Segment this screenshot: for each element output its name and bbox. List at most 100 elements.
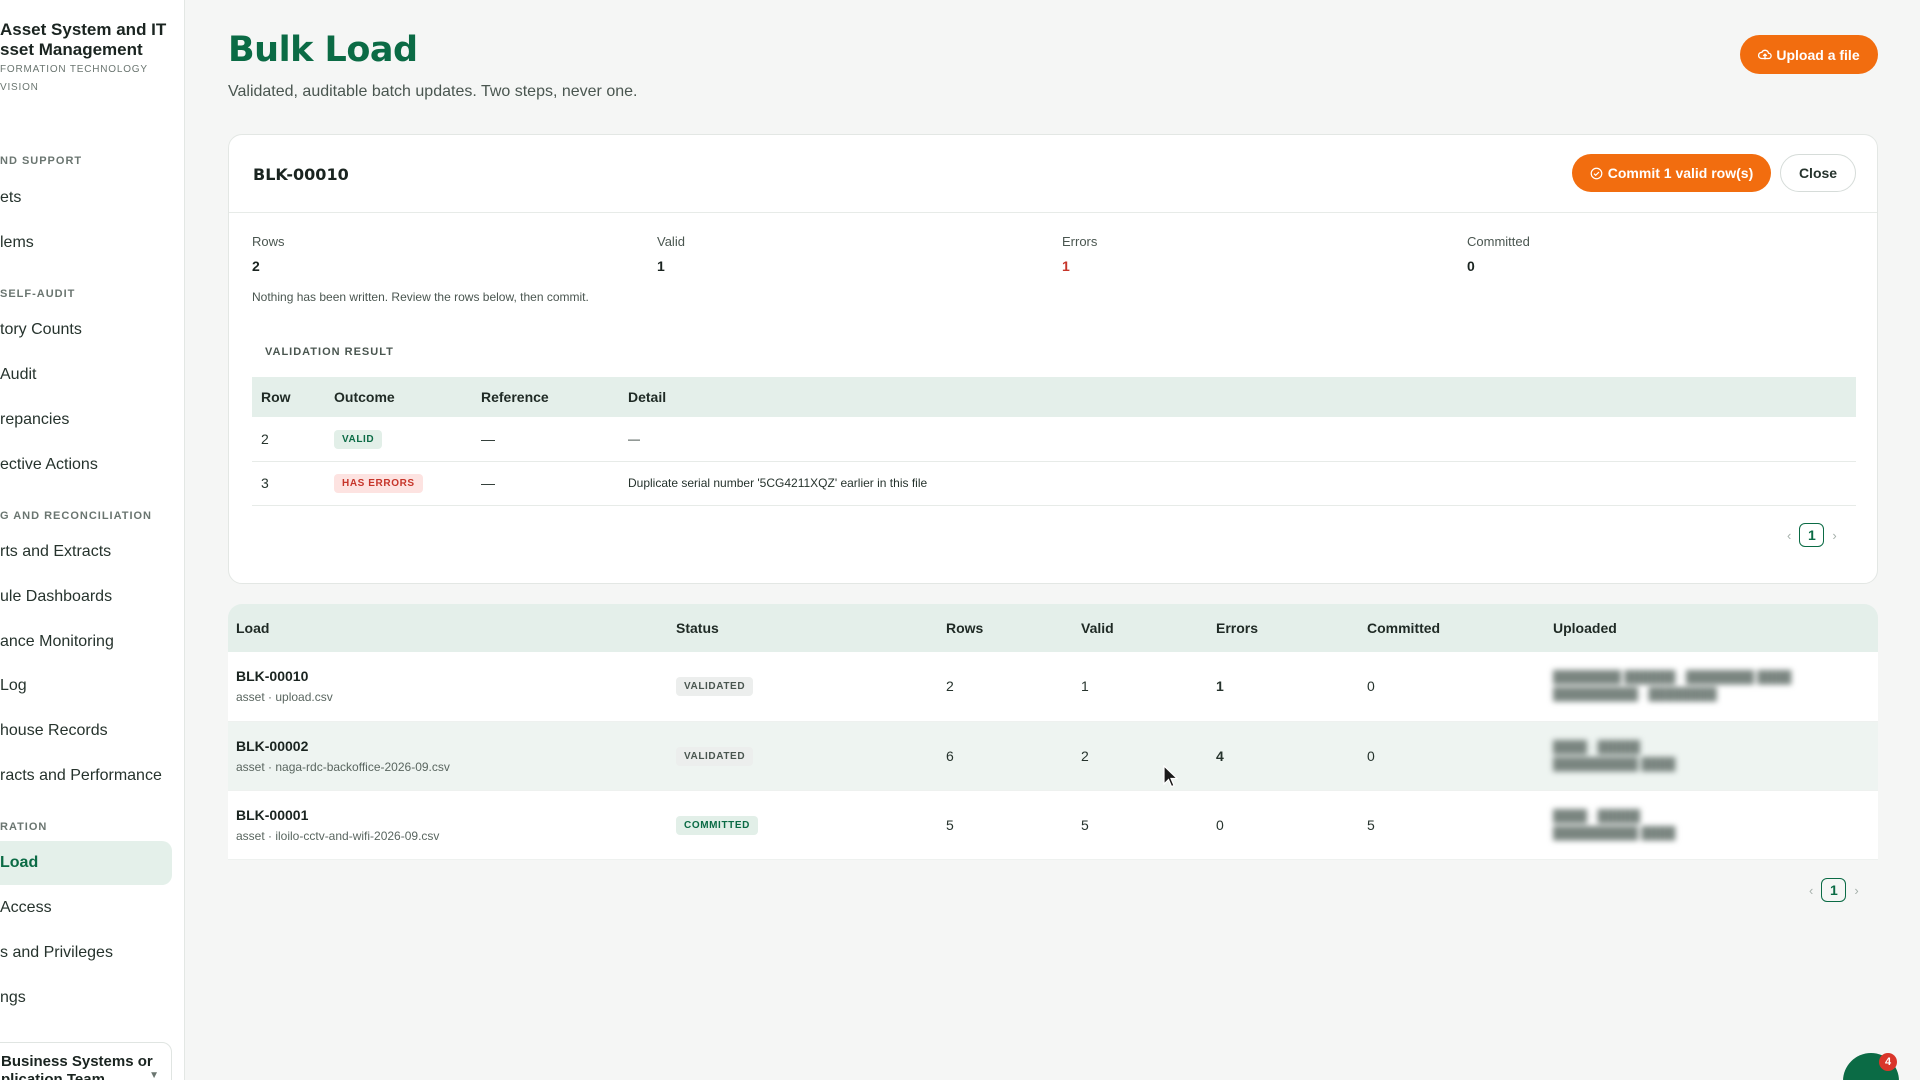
mouse-cursor-icon <box>1163 765 1179 788</box>
bulk-loads-list: Load Status Rows Valid Errors Committed … <box>228 604 1878 860</box>
detail-cell: Duplicate serial number '5CG4211XQZ' ear… <box>619 461 1856 506</box>
errors-cell: 0 <box>1208 790 1359 860</box>
sidebar-item-bulk-load[interactable]: Load <box>0 841 172 885</box>
brand-subtitle-line-2: VISION <box>0 82 39 93</box>
status-badge: VALIDATED <box>676 677 754 697</box>
status-badge: VALIDATED <box>676 746 754 766</box>
chevron-right-icon[interactable]: › <box>1832 528 1836 543</box>
validation-pagination: ‹ 1 › <box>1787 523 1837 547</box>
chevron-left-icon[interactable]: ‹ <box>1809 883 1813 898</box>
upload-file-label: Upload a file <box>1776 46 1860 63</box>
team-switcher[interactable]: Business Systems or plication Team ▼ <box>0 1042 172 1080</box>
stat-value: 1 <box>1062 258 1070 274</box>
load-id: BLK-00002 <box>236 737 309 754</box>
validation-result-label: VALIDATION RESULT <box>265 346 394 358</box>
nav-section-administration: RATION <box>0 821 48 833</box>
stat-errors: Errors 1 <box>1062 234 1097 274</box>
stat-rows: Rows 2 <box>252 234 285 274</box>
valid-cell: 2 <box>1073 721 1208 791</box>
table-row[interactable]: BLK-00002 asset · naga-rdc-backoffice-20… <box>228 721 1878 791</box>
check-circle-icon <box>1590 167 1603 179</box>
nav-section-support: ND SUPPORT <box>0 155 83 167</box>
sidebar-item-warehouse-records[interactable]: house Records <box>0 709 172 753</box>
sidebar-item-log[interactable]: Log <box>0 664 172 708</box>
sidebar-item-settings[interactable]: ngs <box>0 976 172 1020</box>
loads-table: Load Status Rows Valid Errors Committed … <box>228 604 1878 860</box>
table-row: 3 HAS ERRORS — Duplicate serial number '… <box>252 461 1856 506</box>
sidebar-item-inventory-counts[interactable]: tory Counts <box>0 308 172 352</box>
column-header: Row <box>252 377 325 417</box>
commit-label: Commit 1 valid row(s) <box>1607 165 1754 181</box>
card-header: BLK-00010 Commit 1 valid row(s) Close <box>229 135 1877 213</box>
status-cell: VALIDATED <box>668 721 938 791</box>
row-number: 2 <box>252 417 325 462</box>
status-badge: HAS ERRORS <box>334 474 423 493</box>
load-id-heading: BLK-00010 <box>253 165 349 184</box>
valid-cell: 5 <box>1073 790 1208 860</box>
stat-label: Committed <box>1467 234 1530 249</box>
errors-cell: 4 <box>1208 721 1359 791</box>
nav-section-reconciliation: G AND RECONCILIATION <box>0 510 152 522</box>
notification-count-badge: 4 <box>1879 1053 1897 1071</box>
loads-pagination: ‹ 1 › <box>1809 878 1859 902</box>
load-id: BLK-00001 <box>236 806 309 823</box>
rows-cell: 5 <box>938 790 1073 860</box>
team-name-line-2: plication Team <box>1 1071 105 1080</box>
rows-cell: 2 <box>938 652 1073 722</box>
sidebar: Asset System and IT sset Management FORM… <box>0 0 185 1080</box>
table-row[interactable]: BLK-00010 asset · upload.csv VALIDATED 2… <box>228 652 1878 722</box>
sidebar-item-corrective-actions[interactable]: ective Actions <box>0 443 172 487</box>
page-number-button[interactable]: 1 <box>1799 523 1825 547</box>
chevron-down-icon: ▼ <box>149 1070 159 1080</box>
table-row[interactable]: BLK-00001 asset · iloilo-cctv-and-wifi-2… <box>228 790 1878 860</box>
load-cell: BLK-00010 asset · upload.csv <box>228 652 668 722</box>
page-number-button[interactable]: 1 <box>1821 878 1847 902</box>
chevron-left-icon[interactable]: ‹ <box>1787 528 1791 543</box>
column-header: Uploaded <box>1545 604 1878 652</box>
page-title: Bulk Load <box>228 30 418 70</box>
stat-label: Valid <box>657 234 685 249</box>
sidebar-item-compliance-monitoring[interactable]: ance Monitoring <box>0 620 172 664</box>
load-id: BLK-00010 <box>236 668 309 685</box>
sidebar-item-audit[interactable]: Audit <box>0 353 172 397</box>
chevron-right-icon[interactable]: › <box>1854 883 1858 898</box>
sidebar-item-access[interactable]: Access <box>0 886 172 930</box>
outcome-cell: HAS ERRORS <box>325 461 472 506</box>
load-file: asset · naga-rdc-backoffice-2026-09.csv <box>236 759 450 774</box>
column-header: Errors <box>1208 604 1359 652</box>
stat-label: Errors <box>1062 234 1098 249</box>
outcome-cell: VALID <box>325 417 472 462</box>
load-file: asset · upload.csv <box>236 690 333 705</box>
column-header: Detail <box>619 377 1856 417</box>
brand: Asset System and IT sset Management FORM… <box>0 20 184 97</box>
sidebar-item-assets[interactable]: ets <box>0 176 172 220</box>
column-header: Load <box>228 604 668 652</box>
nav-section-self-audit: SELF-AUDIT <box>0 288 76 300</box>
stat-valid: Valid 1 <box>657 234 685 274</box>
sidebar-item-roles-privileges[interactable]: s and Privileges <box>0 931 172 975</box>
uploaded-cell-redacted: ████ · █████ ██████████ ████ <box>1545 790 1878 860</box>
column-header: Reference <box>472 377 619 417</box>
brand-subtitle-line-1: FORMATION TECHNOLOGY <box>0 64 148 75</box>
sidebar-item-contracts-performance[interactable]: racts and Performance <box>0 754 172 798</box>
sidebar-item-problems[interactable]: lems <box>0 221 172 265</box>
stat-label: Rows <box>252 234 285 249</box>
review-note: Nothing has been written. Review the row… <box>252 290 589 304</box>
column-header: Committed <box>1359 604 1545 652</box>
table-row: 2 VALID — — <box>252 417 1856 462</box>
status-cell: VALIDATED <box>668 652 938 722</box>
column-header: Rows <box>938 604 1073 652</box>
valid-cell: 1 <box>1073 652 1208 722</box>
detail-cell: — <box>619 417 1856 462</box>
team-name-line-1: Business Systems or <box>1 1053 153 1070</box>
upload-file-button[interactable]: Upload a file <box>1740 35 1878 74</box>
close-button[interactable]: Close <box>1780 154 1856 192</box>
rows-cell: 6 <box>938 721 1073 791</box>
commit-valid-rows-button[interactable]: Commit 1 valid row(s) <box>1572 154 1771 192</box>
committed-cell: 0 <box>1359 721 1545 791</box>
uploaded-cell-redacted: ████ · █████ ██████████ ████ <box>1545 721 1878 791</box>
sidebar-item-discrepancies[interactable]: repancies <box>0 398 172 442</box>
reference-cell: — <box>472 461 619 506</box>
sidebar-item-module-dashboards[interactable]: ule Dashboards <box>0 575 172 619</box>
sidebar-item-reports-extracts[interactable]: rts and Extracts <box>0 530 172 574</box>
